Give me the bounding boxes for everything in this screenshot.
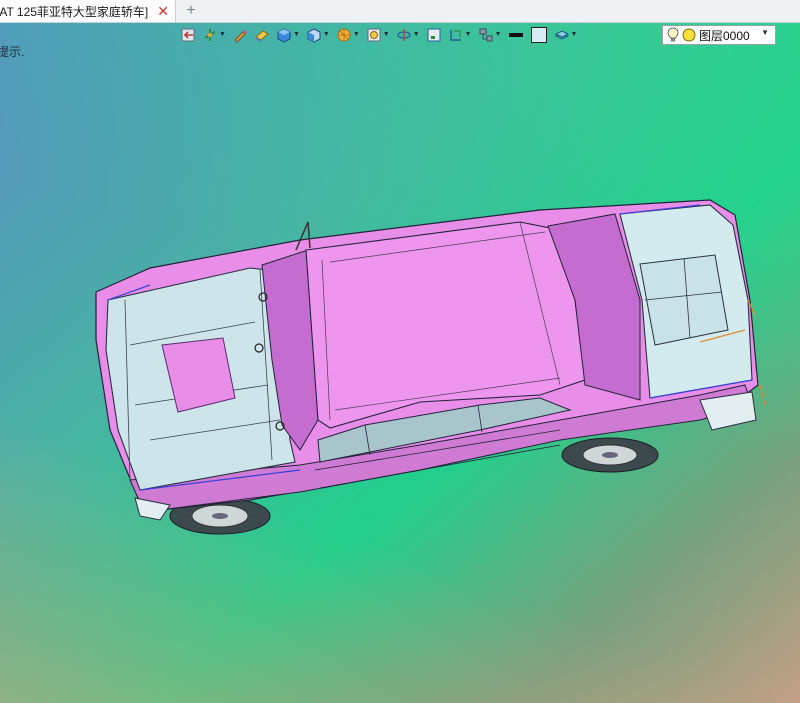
rotate-view-icon bbox=[397, 29, 411, 41]
dropdown-arrow-icon[interactable]: ▼ bbox=[219, 25, 226, 45]
section-view-icon bbox=[449, 30, 461, 41]
section-button[interactable]: ▼ bbox=[448, 25, 472, 45]
cube-shaded-icon bbox=[277, 28, 291, 43]
move-button[interactable]: ▼ bbox=[202, 25, 226, 45]
rotate-button[interactable]: ▼ bbox=[396, 25, 420, 45]
layer-color-icon bbox=[682, 28, 696, 42]
eraser-button[interactable] bbox=[254, 25, 270, 45]
lightbulb-icon bbox=[667, 27, 679, 42]
cube-view-icon bbox=[307, 28, 321, 43]
fit-button[interactable] bbox=[426, 25, 442, 45]
eraser-block-icon bbox=[255, 30, 269, 42]
dropdown-arrow-icon[interactable]: ▼ bbox=[495, 25, 502, 45]
line-weight-icon bbox=[508, 33, 523, 37]
fill-color-icon bbox=[530, 27, 547, 43]
dropdown-arrow-icon[interactable]: ▼ bbox=[293, 25, 300, 45]
tab-bar: IAT 125菲亚特大型家庭轿车] ✕ + bbox=[0, 0, 800, 23]
document-tab[interactable]: IAT 125菲亚特大型家庭轿车] ✕ bbox=[0, 0, 176, 22]
import-arrow-icon bbox=[181, 28, 195, 42]
dropdown-arrow-icon[interactable]: ▼ bbox=[413, 25, 420, 45]
car-model[interactable] bbox=[0, 23, 800, 703]
chevron-down-icon[interactable]: ▼ bbox=[761, 28, 769, 37]
view-button[interactable]: ▼ bbox=[306, 25, 330, 45]
new-tab-button[interactable]: + bbox=[184, 1, 198, 21]
zoom-view-icon bbox=[367, 28, 381, 42]
hood-panel bbox=[639, 254, 729, 346]
sun-render-icon bbox=[337, 28, 351, 42]
dropdown-arrow-icon[interactable]: ▼ bbox=[465, 25, 472, 45]
dropdown-arrow-icon[interactable]: ▼ bbox=[571, 25, 578, 45]
layer-name: 图层0000 bbox=[699, 28, 750, 43]
move-axes-icon bbox=[204, 29, 216, 41]
layer-manager-button[interactable]: ▼ bbox=[554, 25, 578, 45]
close-icon[interactable]: ✕ bbox=[157, 2, 169, 20]
line-weight-button[interactable] bbox=[508, 25, 524, 45]
render-button[interactable]: ▼ bbox=[336, 25, 360, 45]
dropdown-arrow-icon[interactable]: ▼ bbox=[323, 25, 330, 45]
sketch-button[interactable] bbox=[232, 25, 248, 45]
dropdown-arrow-icon[interactable]: ▼ bbox=[353, 25, 360, 45]
view-toolbar: ▼ ▼ ▼ ▼ ▼ ▼ ▼ ▼ ▼ bbox=[180, 25, 583, 45]
layer-stack-icon bbox=[554, 30, 569, 40]
fill-color-button[interactable] bbox=[530, 25, 548, 45]
front-wheel bbox=[561, 437, 659, 473]
layout-view-icon bbox=[479, 28, 493, 42]
zoom-button[interactable]: ▼ bbox=[366, 25, 390, 45]
layer-dropdown[interactable]: 图层0000 ▼ bbox=[662, 25, 776, 45]
shaded-button[interactable]: ▼ bbox=[276, 25, 300, 45]
tab-title: IAT 125菲亚特大型家庭轿车] bbox=[0, 4, 149, 19]
dropdown-arrow-icon[interactable]: ▼ bbox=[383, 25, 390, 45]
3d-viewport[interactable]: 提示. ▼ ▼ ▼ ▼ ▼ ▼ ▼ ▼ ▼ bbox=[0, 23, 800, 703]
fit-view-icon bbox=[427, 28, 441, 42]
import-button[interactable] bbox=[180, 25, 196, 45]
pencil-icon bbox=[234, 30, 247, 43]
layout-button[interactable]: ▼ bbox=[478, 25, 502, 45]
